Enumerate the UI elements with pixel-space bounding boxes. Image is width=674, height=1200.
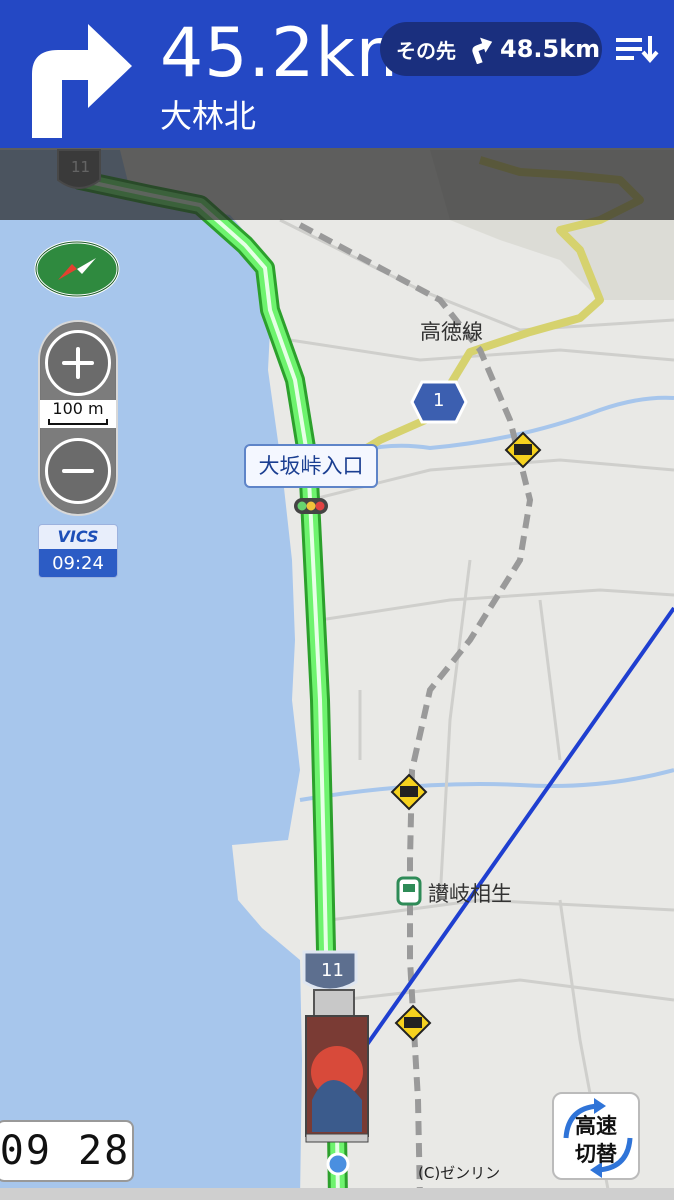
vics-label: VICS	[39, 525, 117, 549]
traffic-signal-icon	[294, 498, 328, 514]
next-label: その先	[396, 38, 456, 63]
turn-right-arrow-icon	[32, 24, 132, 138]
route-shield-near-number: 11	[321, 960, 344, 981]
rail-line-label: 高徳線	[420, 320, 483, 344]
highway-toggle-line2: 切替	[575, 1142, 617, 1166]
station-label: 讃岐相生	[428, 882, 512, 906]
route-shield-national-number: 1	[433, 390, 445, 411]
vics-time: 09:24	[39, 549, 117, 577]
next-maneuver-pill: その先 48.5km	[380, 22, 602, 76]
interchange-callout[interactable]: 大坂峠入口	[244, 444, 378, 488]
highway-toggle-line1: 高速	[575, 1114, 617, 1138]
scale-bar	[48, 419, 108, 425]
status-band	[0, 148, 674, 220]
station-icon	[396, 876, 422, 906]
scale-label: 100 m	[52, 399, 104, 418]
next-road-name: 大林北	[160, 97, 257, 135]
next-maneuver-distance: 48.5km	[500, 35, 601, 63]
bottom-band	[0, 1188, 674, 1200]
zoom-out-button[interactable]	[45, 438, 111, 504]
vics-badge[interactable]: VICS 09:24	[38, 524, 118, 578]
compass-icon[interactable]	[34, 240, 120, 298]
clock-display: 09 28	[0, 1120, 134, 1182]
highway-toggle-button[interactable]: 高速 切替	[552, 1092, 640, 1180]
scale-indicator: 100 m	[40, 400, 116, 428]
zoom-panel: 100 m	[38, 320, 118, 516]
navigation-banner: 45.2km 大林北 その先 48.5km	[0, 0, 674, 148]
sea-area	[0, 150, 302, 1200]
bear-right-arrow-icon	[472, 37, 493, 64]
zoom-in-button[interactable]	[45, 330, 111, 396]
route-list-icon[interactable]	[612, 30, 662, 70]
map-copyright: (C)ゼンリン	[418, 1164, 501, 1182]
